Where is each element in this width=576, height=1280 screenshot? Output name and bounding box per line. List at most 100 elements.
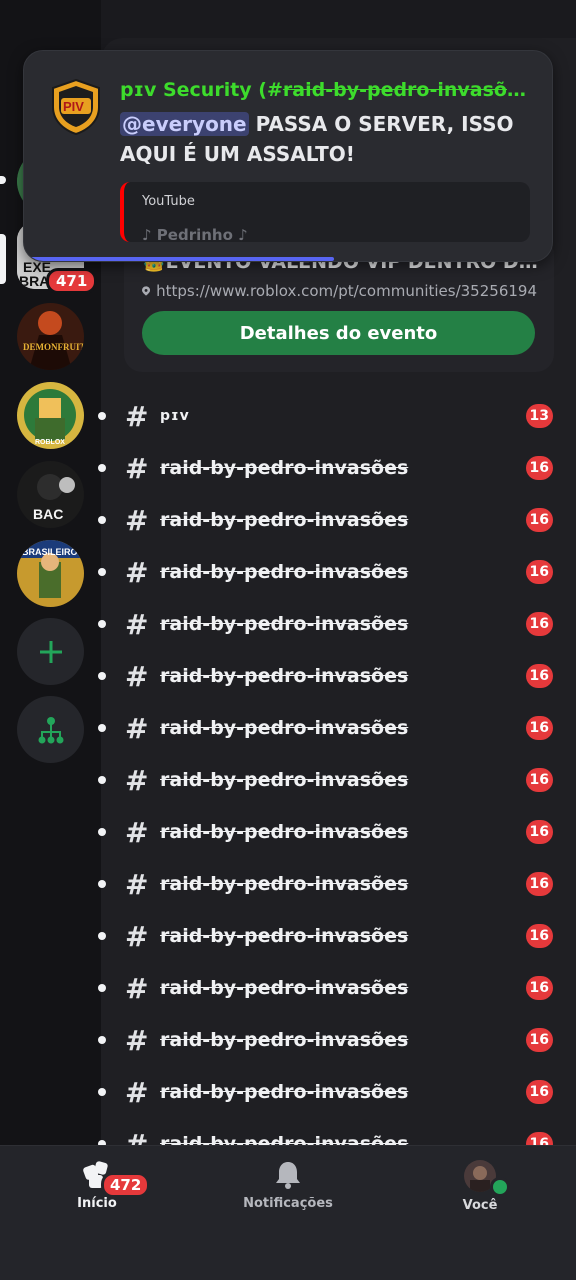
in-app-notification[interactable]: PIV pɪv Security (#raid-by-pedro-invasõe… bbox=[23, 50, 553, 262]
channel-row[interactable]: # raid-by-pedro-invasões 16 bbox=[98, 962, 576, 1014]
svg-text:BRASILEIRO: BRASILEIRO bbox=[22, 547, 78, 557]
server-bac[interactable]: BAC bbox=[17, 461, 84, 528]
svg-text:BAC: BAC bbox=[33, 506, 63, 522]
mention-count-badge: 16 bbox=[525, 664, 553, 688]
notification-message: @everyone PASSA O SERVER, ISSO AQUI É UM… bbox=[120, 109, 520, 169]
channel-name: raid-by-pedro-invasões bbox=[160, 717, 409, 739]
svg-text:DEMONFRUITS: DEMONFRUITS bbox=[23, 342, 84, 352]
server-demon-fruits[interactable]: DEMONFRUITS bbox=[17, 303, 84, 370]
text-channel-icon: # bbox=[125, 503, 149, 537]
channel-row[interactable]: # raid-by-pedro-invasões 16 bbox=[98, 442, 576, 494]
mention-count-badge: 16 bbox=[525, 768, 553, 792]
channel-row[interactable]: # raid-by-pedro-invasões 16 bbox=[98, 754, 576, 806]
unread-dot bbox=[98, 672, 106, 680]
channel-name: raid-by-pedro-invasões bbox=[160, 873, 409, 895]
tab-home-label: Início bbox=[77, 1196, 117, 1211]
channel-name: raid-by-pedro-invasões bbox=[160, 821, 409, 843]
notification-timer-bar bbox=[24, 257, 334, 261]
hub-icon bbox=[38, 716, 63, 743]
event-url-text: https://www.roblox.com/pt/communities/35… bbox=[156, 282, 537, 300]
channel-row[interactable]: # raid-by-pedro-invasões 16 bbox=[98, 806, 576, 858]
unread-dot bbox=[98, 568, 106, 576]
mention-count-badge: 16 bbox=[525, 976, 553, 1000]
text-channel-icon: # bbox=[125, 763, 149, 797]
piv-security-logo: PIV bbox=[52, 79, 100, 135]
selected-server-indicator bbox=[0, 234, 6, 284]
tab-you-label: Você bbox=[462, 1198, 498, 1213]
channel-row[interactable]: # raid-by-pedro-invasões 16 bbox=[98, 910, 576, 962]
unread-dot bbox=[98, 620, 106, 628]
channel-row[interactable]: # raid-by-pedro-invasões 16 bbox=[98, 702, 576, 754]
text-channel-icon: # bbox=[125, 971, 149, 1005]
mention-count-badge: 16 bbox=[525, 820, 553, 844]
channel-row[interactable]: # pɪv 13 bbox=[98, 390, 576, 442]
mention-count-badge: 16 bbox=[525, 872, 553, 896]
bell-icon bbox=[276, 1162, 300, 1189]
text-channel-icon: # bbox=[125, 555, 149, 589]
text-channel-icon: # bbox=[125, 607, 149, 641]
server-exercito-brasileiro-2[interactable]: BRASILEIRO bbox=[17, 540, 84, 607]
unread-dot bbox=[98, 1036, 106, 1044]
text-channel-icon: # bbox=[125, 919, 149, 953]
embed-provider: YouTube bbox=[142, 194, 195, 209]
channel-name: raid-by-pedro-invasões bbox=[160, 1029, 409, 1051]
unread-indicator bbox=[0, 176, 6, 184]
channel-name: raid-by-pedro-invasões bbox=[160, 977, 409, 999]
svg-text:PIV: PIV bbox=[63, 99, 84, 114]
context-channel: raid-by-pedro-invasões bbox=[282, 79, 530, 101]
event-details-button[interactable]: Detalhes do evento bbox=[142, 311, 535, 355]
server-roblox[interactable]: ROBLOX bbox=[17, 382, 84, 449]
context-prefix: (# bbox=[251, 79, 283, 101]
unread-dot bbox=[98, 1088, 106, 1096]
channel-name: pɪv bbox=[160, 408, 190, 424]
plus-icon bbox=[39, 640, 62, 663]
event-location[interactable]: https://www.roblox.com/pt/communities/35… bbox=[142, 282, 537, 300]
sender-name: pɪv Security bbox=[120, 79, 252, 101]
unread-dot bbox=[98, 724, 106, 732]
unread-dot bbox=[98, 828, 106, 836]
channel-name: raid-by-pedro-invasões bbox=[160, 457, 409, 479]
channel-row[interactable]: # raid-by-pedro-invasões 16 bbox=[98, 1014, 576, 1066]
text-channel-icon: # bbox=[125, 451, 149, 485]
text-channel-icon: # bbox=[125, 1023, 149, 1057]
svg-text:ROBLOX: ROBLOX bbox=[35, 439, 65, 446]
channel-name: raid-by-pedro-invasões bbox=[160, 1081, 409, 1103]
mention-count-badge: 16 bbox=[525, 1028, 553, 1052]
unread-dot bbox=[98, 464, 106, 472]
text-channel-icon: # bbox=[125, 659, 149, 693]
mention-count-badge: 16 bbox=[525, 508, 553, 532]
channel-list: # pɪv 13 # raid-by-pedro-invasões 16 # raid-by-… bbox=[98, 390, 576, 1170]
text-channel-icon: # bbox=[125, 711, 149, 745]
channel-name: raid-by-pedro-invasões bbox=[160, 769, 409, 791]
mention-count-badge: 16 bbox=[525, 612, 553, 636]
channel-row[interactable]: # raid-by-pedro-invasões 16 bbox=[98, 1066, 576, 1118]
add-server-button[interactable] bbox=[17, 618, 84, 685]
text-channel-icon: # bbox=[125, 815, 149, 849]
discover-servers-button[interactable] bbox=[17, 696, 84, 763]
mention-count-badge: 16 bbox=[525, 560, 553, 584]
channel-row[interactable]: # raid-by-pedro-invasões 16 bbox=[98, 858, 576, 910]
youtube-embed[interactable]: YouTube ♪ Pedrinho ♪ bbox=[120, 182, 530, 242]
tab-you[interactable]: Você bbox=[445, 1160, 515, 1213]
unread-dot bbox=[98, 412, 106, 420]
channel-row[interactable]: # raid-by-pedro-invasões 16 bbox=[98, 494, 576, 546]
mention-count-badge: 13 bbox=[525, 404, 553, 428]
notification-title: pɪv Security (#raid-by-pedro-invasões, "… bbox=[120, 79, 530, 101]
home-unread-badge: 472 bbox=[101, 1172, 151, 1198]
text-channel-icon: # bbox=[125, 867, 149, 901]
channel-name: raid-by-pedro-invasões bbox=[160, 925, 409, 947]
channel-row[interactable]: # raid-by-pedro-invasões 16 bbox=[98, 598, 576, 650]
app-root: EXE BRAS 471 DEMONFRUITS ROBLOX BAC BRAS… bbox=[0, 0, 576, 1280]
embed-title: ♪ Pedrinho ♪ bbox=[142, 226, 248, 242]
online-status-dot bbox=[490, 1177, 510, 1197]
channel-row[interactable]: # raid-by-pedro-invasões 16 bbox=[98, 546, 576, 598]
channel-name: raid-by-pedro-invasões bbox=[160, 561, 409, 583]
location-pin-icon bbox=[142, 286, 151, 296]
text-channel-icon: # bbox=[125, 399, 149, 433]
tab-notifications[interactable]: Notificações bbox=[238, 1160, 338, 1211]
mention-count-badge: 16 bbox=[525, 1080, 553, 1104]
text-channel-icon: # bbox=[125, 1075, 149, 1109]
unread-dot bbox=[98, 932, 106, 940]
channel-row[interactable]: # raid-by-pedro-invasões 16 bbox=[98, 650, 576, 702]
mention-count-badge: 16 bbox=[525, 716, 553, 740]
